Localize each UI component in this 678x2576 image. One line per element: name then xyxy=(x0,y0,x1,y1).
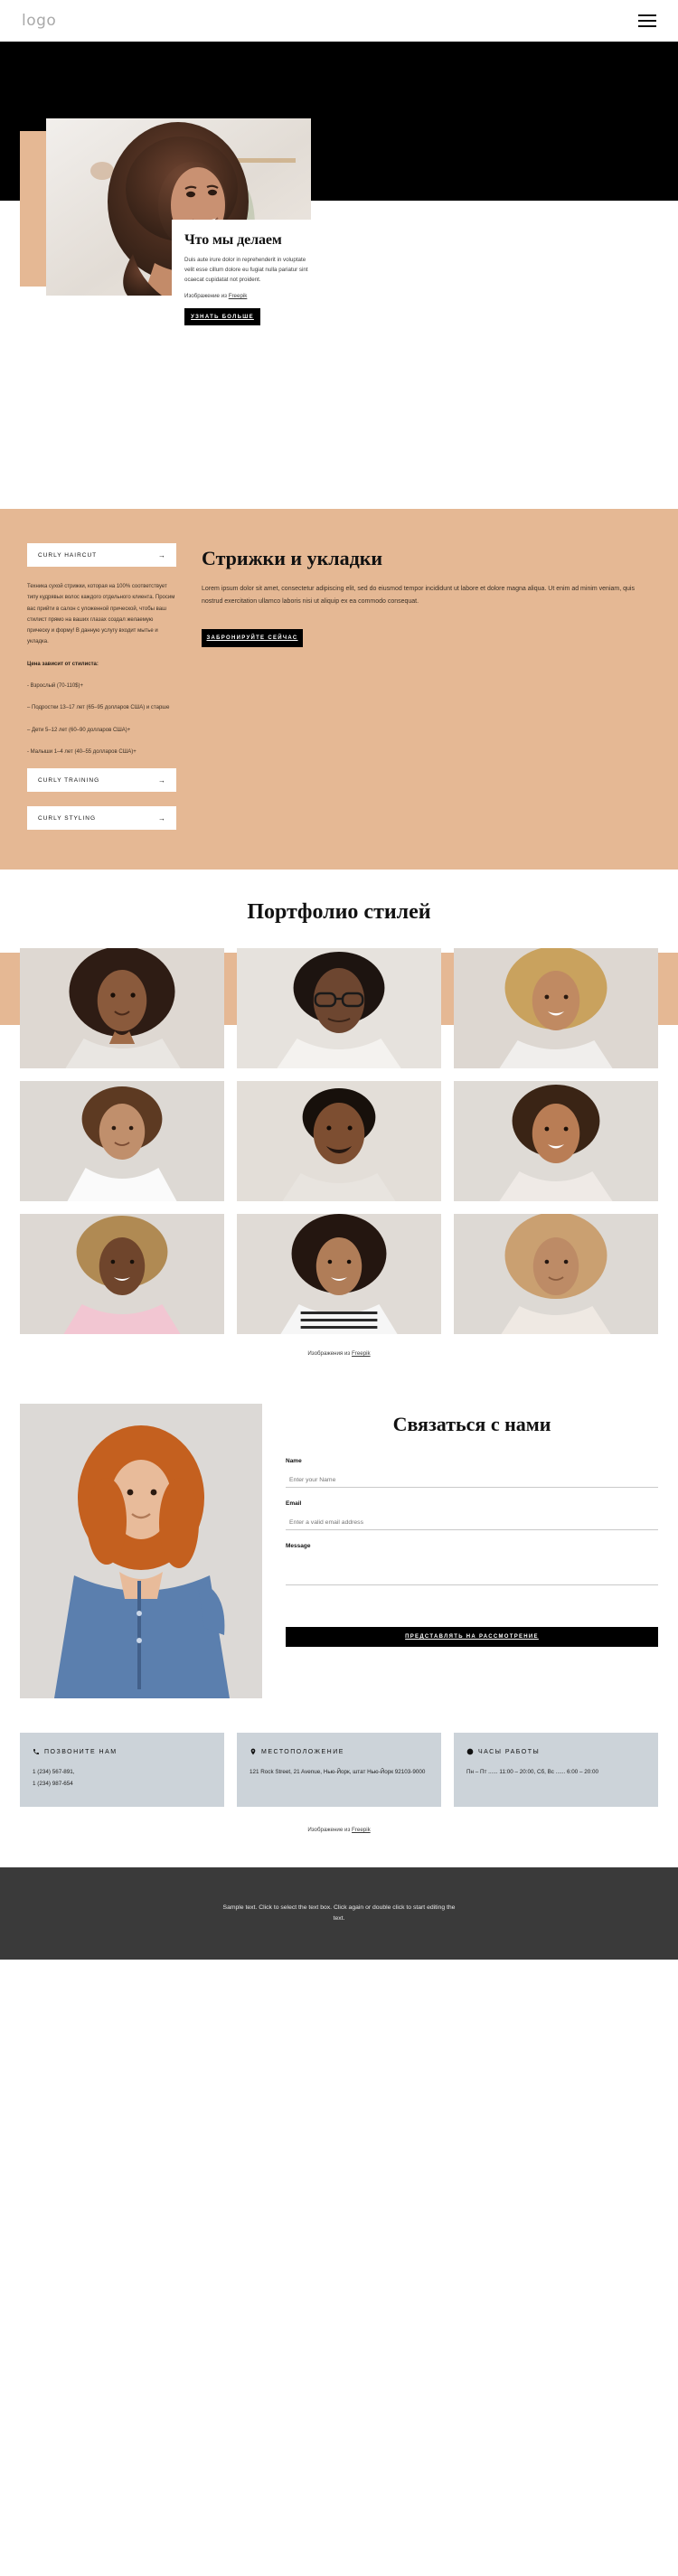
hero-section: Что мы делаем Duis aute irure dolor in r… xyxy=(0,42,678,509)
accordion-item-curly-haircut[interactable]: CURLY HAIRCUT → xyxy=(27,543,176,567)
portrait-illustration xyxy=(454,948,658,1069)
name-label: Name xyxy=(286,1458,302,1465)
hamburger-bar xyxy=(638,14,656,16)
portfolio-item[interactable] xyxy=(454,1081,658,1202)
accordion-label: CURLY STYLING xyxy=(38,814,97,822)
portrait-illustration xyxy=(20,948,224,1069)
contact-portrait-illustration xyxy=(20,1404,262,1699)
footer-credit-link[interactable]: Freepik xyxy=(352,1827,371,1833)
hamburger-icon[interactable] xyxy=(638,11,656,31)
accordion-item-curly-training[interactable]: CURLY TRAINING → xyxy=(27,768,176,793)
portfolio-item[interactable] xyxy=(237,1081,441,1202)
portfolio-item[interactable] xyxy=(237,1214,441,1335)
price-line: - Малыши 1–4 лет (40–55 долларов США)+ xyxy=(27,748,137,755)
arrow-right-icon: → xyxy=(158,776,165,785)
info-card-body: Пн – Пт ...... 11:00 – 20:00, Сб, Вс ...… xyxy=(466,1769,598,1776)
portrait-illustration xyxy=(20,1081,224,1202)
services-accordion: CURLY HAIRCUT → Техника сухой стрижки, к… xyxy=(27,543,176,831)
hero-cta-button[interactable]: УЗНАТЬ БОЛЬШЕ xyxy=(184,308,260,325)
portfolio-credit-prefix: Изображения из xyxy=(307,1350,352,1358)
hero-image-credit: Изображение из Freepik xyxy=(184,293,247,299)
info-card-title: МЕСТОПОЛОЖЕНИЕ xyxy=(261,1748,344,1755)
hero-credit-prefix: Изображение из xyxy=(184,293,229,299)
info-card-title: ПОЗВОНИТЕ НАМ xyxy=(44,1748,118,1755)
message-input[interactable] xyxy=(286,1555,658,1586)
arrow-right-icon: → xyxy=(158,550,165,559)
portfolio-item[interactable] xyxy=(20,1214,224,1335)
portfolio-credit-link[interactable]: Freepik xyxy=(352,1350,371,1357)
hero-title: Что мы делаем xyxy=(184,232,282,248)
footer-image-credit: Изображение из Freepik xyxy=(0,1827,678,1867)
message-label: Message xyxy=(286,1543,311,1550)
hero-paragraph: Duis aute irure dolor in reprehenderit i… xyxy=(184,257,308,283)
footer-text: Sample text. Click to select the text bo… xyxy=(222,1904,456,1923)
name-input[interactable] xyxy=(286,1475,658,1489)
info-card-title-row: МЕСТОПОЛОЖЕНИЕ xyxy=(250,1748,428,1755)
site-footer: Sample text. Click to select the text bo… xyxy=(0,1867,678,1960)
price-heading: Цена зависит от стилиста: xyxy=(27,661,99,667)
portrait-illustration xyxy=(237,948,441,1069)
contact-section: Связаться с нами Name Email Message ПРЕД… xyxy=(0,1380,678,1699)
price-line: - Взрослый (70-110$)+ xyxy=(27,683,83,690)
accordion-label: CURLY TRAINING xyxy=(38,776,100,784)
price-line: – Подростки 13–17 лет (65–95 долларов СШ… xyxy=(27,705,170,711)
info-card-body: 121 Rock Street, 21 Avenue, Нью-Йорк, шт… xyxy=(250,1769,426,1776)
portfolio-section: Портфолио стилей Изображения из Freepik xyxy=(0,870,678,1381)
info-card-title: ЧАСЫ РАБОТЫ xyxy=(478,1748,541,1755)
contact-form: Связаться с нами Name Email Message ПРЕД… xyxy=(286,1404,658,1648)
email-input[interactable] xyxy=(286,1518,658,1531)
portfolio-item[interactable] xyxy=(20,948,224,1069)
info-card-location: МЕСТОПОЛОЖЕНИЕ 121 Rock Street, 21 Avenu… xyxy=(237,1733,441,1808)
accordion-item-curly-styling[interactable]: CURLY STYLING → xyxy=(27,806,176,831)
footer-credit-prefix: Изображение из xyxy=(307,1827,353,1834)
services-section: CURLY HAIRCUT → Техника сухой стрижки, к… xyxy=(0,509,678,870)
arrow-right-icon: → xyxy=(158,813,165,823)
logo[interactable]: logo xyxy=(22,12,56,30)
portfolio-item[interactable] xyxy=(454,948,658,1069)
hamburger-bar xyxy=(638,20,656,22)
form-field-name: Name xyxy=(286,1458,658,1489)
book-now-button[interactable]: ЗАБРОНИРУЙТЕ СЕЙЧАС xyxy=(202,628,303,647)
portrait-illustration xyxy=(454,1081,658,1202)
accordion-panel-curly-haircut: Техника сухой стрижки, которая на 100% с… xyxy=(27,581,176,757)
price-line: – Дети 5–12 лет (60–90 долларов США)+ xyxy=(27,727,131,733)
contact-image xyxy=(20,1404,262,1699)
email-label: Email xyxy=(286,1500,302,1508)
services-copy: Стрижки и укладки Lorem ipsum dolor sit … xyxy=(202,543,651,830)
form-field-message: Message xyxy=(286,1543,658,1590)
services-text: Lorem ipsum dolor sit amet, consectetur … xyxy=(202,585,635,606)
portrait-illustration xyxy=(20,1214,224,1335)
portrait-illustration xyxy=(237,1081,441,1202)
site-header: logo xyxy=(0,0,678,42)
contact-title: Связаться с нами xyxy=(392,1413,551,1436)
accordion-label: CURLY HAIRCUT xyxy=(38,551,98,559)
submit-button[interactable]: ПРЕДСТАВЛЯТЬ НА РАССМОТРЕНИЕ xyxy=(286,1627,658,1648)
portrait-illustration xyxy=(454,1214,658,1335)
clock-icon xyxy=(466,1748,474,1755)
portfolio-title: Портфолио стилей xyxy=(247,900,431,925)
phone-icon xyxy=(33,1749,39,1755)
portfolio-grid xyxy=(0,948,678,1335)
map-pin-icon xyxy=(250,1748,256,1755)
hamburger-bar xyxy=(638,25,656,27)
info-card-body: 1 (234) 567-891, 1 (234) 987-654 xyxy=(33,1769,75,1787)
info-card-working-hours: ЧАСЫ РАБОТЫ Пн – Пт ...... 11:00 – 20:00… xyxy=(454,1733,658,1808)
portfolio-item[interactable] xyxy=(237,948,441,1069)
info-card-title-row: ЧАСЫ РАБОТЫ xyxy=(466,1748,645,1755)
info-cards-row: ПОЗВОНИТЕ НАМ 1 (234) 567-891, 1 (234) 9… xyxy=(0,1698,678,1808)
info-card-title-row: ПОЗВОНИТЕ НАМ xyxy=(33,1748,212,1755)
portfolio-item[interactable] xyxy=(20,1081,224,1202)
portfolio-item[interactable] xyxy=(454,1214,658,1335)
service-description: Техника сухой стрижки, которая на 100% с… xyxy=(27,584,175,645)
form-field-email: Email xyxy=(286,1500,658,1531)
services-heading: Стрижки и укладки xyxy=(202,547,383,569)
info-card-call-us: ПОЗВОНИТЕ НАМ 1 (234) 567-891, 1 (234) 9… xyxy=(20,1733,224,1808)
portfolio-credit: Изображения из Freepik xyxy=(0,1350,678,1357)
portrait-illustration xyxy=(237,1214,441,1335)
hero-credit-link[interactable]: Freepik xyxy=(229,293,248,299)
